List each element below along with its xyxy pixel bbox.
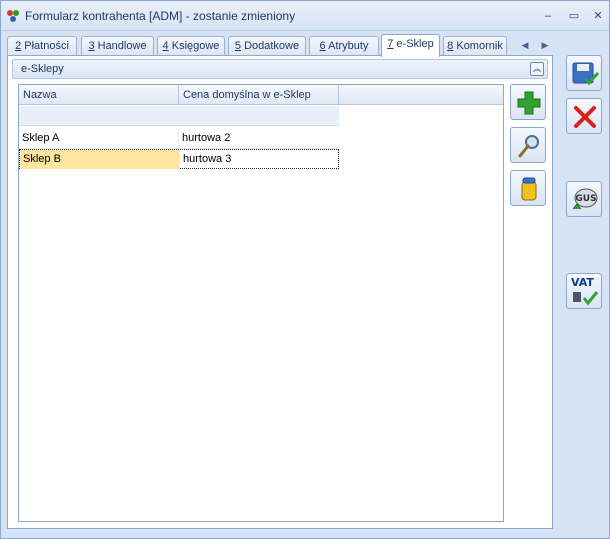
e-sklep-panel: e-Sklepy ︽ Nazwa Cena domyślna w e-Sklep…	[7, 55, 553, 529]
table-row[interactable]: Sklep A hurtowa 2	[19, 129, 339, 149]
tab-ksiegowe[interactable]: 4 Księgowe	[157, 36, 225, 56]
magnifier-icon	[518, 135, 539, 158]
e-shops-grid[interactable]: Nazwa Cena domyślna w e-Sklep Sklep A hu…	[18, 84, 504, 522]
grid-filter-row[interactable]	[19, 106, 339, 126]
tab-handlowe[interactable]: 3 Handlowe	[81, 36, 154, 56]
cell-price: hurtowa 2	[182, 132, 231, 144]
tab-strip: 2 Płatności 3 Handlowe 4 Księgowe 5 Doda…	[7, 34, 559, 57]
trash-icon	[521, 177, 537, 201]
edit-button[interactable]	[510, 127, 546, 163]
title-bar[interactable]: Formularz kontrahenta [ADM] - zostanie z…	[1, 1, 609, 31]
cell-name: Sklep B	[20, 150, 180, 169]
add-icon	[517, 91, 541, 115]
cancel-icon	[574, 106, 596, 128]
app-icon	[7, 10, 19, 22]
maximize-button[interactable]: ▭	[564, 7, 584, 25]
contractor-form-window: Formularz kontrahenta [ADM] - zostanie z…	[0, 0, 610, 539]
window-title: Formularz kontrahenta [ADM] - zostanie z…	[25, 9, 296, 23]
cancel-button[interactable]	[566, 98, 602, 134]
section-header: e-Sklepy ︽	[12, 59, 548, 79]
vat-check-icon	[573, 291, 599, 306]
tab-dodatkowe[interactable]: 5 Dodatkowe	[228, 36, 306, 56]
save-icon	[572, 62, 600, 86]
tab-atrybuty[interactable]: 6 Atrybuty	[309, 36, 379, 56]
delete-button[interactable]	[510, 170, 546, 206]
table-row-selected[interactable]: Sklep B hurtowa 3	[19, 149, 339, 169]
grid-header: Nazwa Cena domyślna w e-Sklep	[19, 85, 503, 105]
tab-platnosci[interactable]: 2 Płatności	[7, 36, 77, 56]
save-button[interactable]	[566, 55, 602, 91]
tab-e-sklep[interactable]: 7 e-Sklep	[381, 34, 440, 57]
vat-button[interactable]: VAT	[566, 273, 602, 309]
collapse-button[interactable]: ︽	[530, 62, 544, 76]
minimize-button[interactable]: –	[538, 7, 558, 25]
column-header-name[interactable]: Nazwa	[19, 85, 179, 105]
add-button[interactable]	[510, 84, 546, 120]
gus-icon: GUS	[572, 188, 598, 210]
tab-scroll-left-icon[interactable]: ◀	[519, 38, 531, 52]
cell-price: hurtowa 3	[183, 153, 232, 165]
gus-button[interactable]: GUS	[566, 181, 602, 217]
tab-scroll-right-icon[interactable]: ▶	[539, 38, 551, 52]
svg-text:GUS: GUS	[575, 194, 596, 204]
tab-komornik[interactable]: 8 Komornik	[443, 36, 507, 56]
section-title: e-Sklepy	[21, 63, 64, 75]
cell-name: Sklep A	[19, 129, 179, 148]
column-header-price[interactable]: Cena domyślna w e-Sklep	[179, 85, 339, 105]
close-button[interactable]: ✕	[588, 7, 608, 25]
